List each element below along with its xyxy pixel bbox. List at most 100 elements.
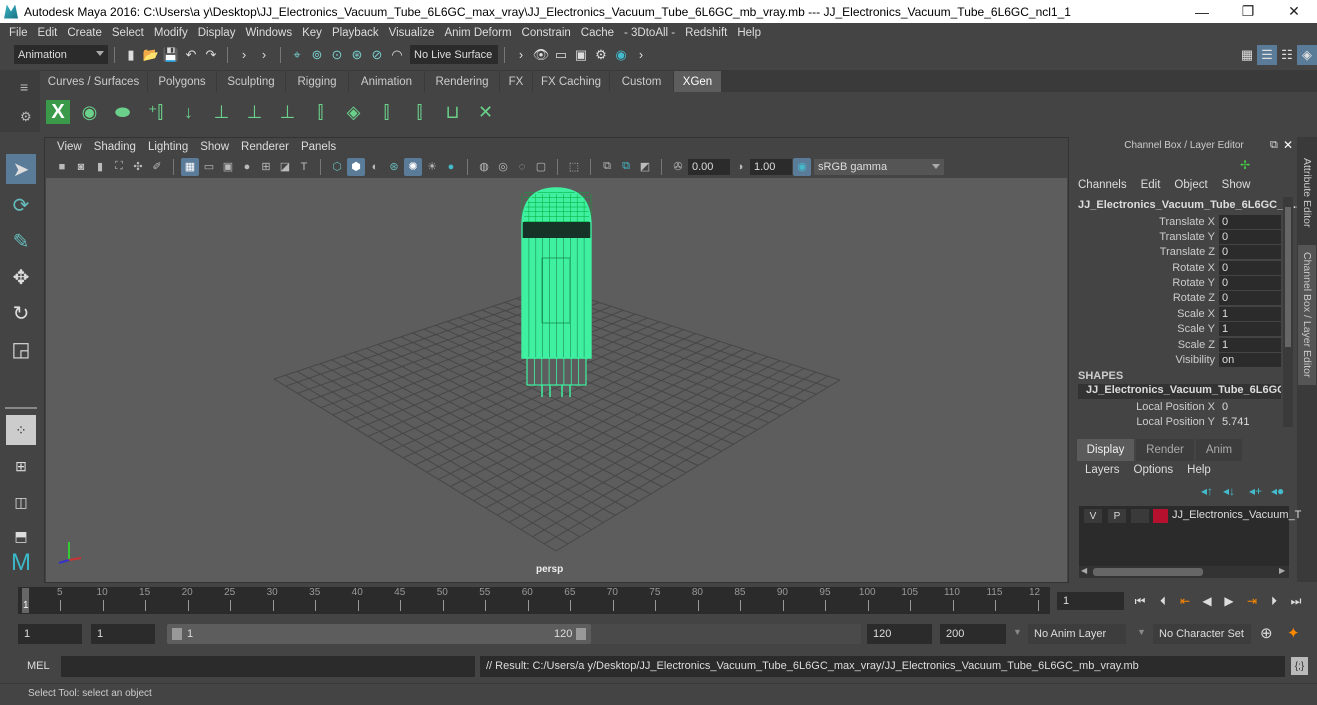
field-chart-icon[interactable]: ⊞ xyxy=(257,158,275,176)
wireframe-icon[interactable]: ⬡ xyxy=(328,158,346,176)
current-frame-field[interactable]: 1 xyxy=(1057,592,1124,610)
shelf-tab-custom[interactable]: Custom xyxy=(610,71,673,92)
xgen-window-icon[interactable]: X xyxy=(46,100,70,124)
shelf-tab-sculpting[interactable]: Sculpting xyxy=(217,71,285,92)
shadows-icon[interactable]: ☀ xyxy=(423,158,441,176)
channel-row[interactable]: Rotate Z 0 xyxy=(1073,290,1281,305)
layer-row[interactable]: V P JJ_Electronics_Vacuum_T xyxy=(1079,506,1301,526)
grid-icon[interactable]: ▦ xyxy=(181,157,199,176)
menu-playback[interactable]: Playback xyxy=(327,27,384,39)
step-forward-frame-icon[interactable]: ⏵ xyxy=(1265,592,1283,610)
go-to-start-icon[interactable]: ⏮ xyxy=(1131,592,1149,610)
step-forward-key-icon[interactable]: ⇥ xyxy=(1243,592,1261,610)
auto-key-icon[interactable]: ⊕ xyxy=(1260,624,1273,642)
camera-select-icon[interactable]: ■ xyxy=(53,158,71,176)
vp-menu-view[interactable]: View xyxy=(51,141,88,153)
add-guide-icon[interactable]: ⊥ xyxy=(208,97,235,127)
layer-playback-toggle[interactable]: P xyxy=(1108,509,1126,523)
play-backwards-icon[interactable]: ◀ xyxy=(1198,592,1216,610)
channel-value[interactable]: 5.741 xyxy=(1219,415,1281,429)
scene-end-field[interactable]: 200 xyxy=(940,624,1006,644)
guide-length-icon[interactable]: ⫿ xyxy=(307,97,334,127)
guide-placement-icon[interactable]: ↓ xyxy=(175,97,202,127)
channel-value[interactable]: 0 xyxy=(1219,214,1281,229)
selected-object-name[interactable]: JJ_Electronics_Vacuum_Tube_6L6GC_n... xyxy=(1078,199,1299,211)
shelf-tab-fx-caching[interactable]: FX Caching xyxy=(533,71,609,92)
vp-menu-shading[interactable]: Shading xyxy=(88,141,142,153)
new-layer-from-selected-icon[interactable]: ◂● xyxy=(1271,484,1284,498)
playback-end-field[interactable]: 120 xyxy=(867,624,932,644)
collapse-arrow-icon[interactable]: › xyxy=(631,45,651,65)
collapse-arrow-icon[interactable]: › xyxy=(254,45,274,65)
play-forwards-icon[interactable]: ▶ xyxy=(1220,592,1238,610)
float-panel-icon[interactable]: ⧉ xyxy=(1270,139,1278,152)
safe-title-icon[interactable]: T xyxy=(295,158,313,176)
layer-color-swatch[interactable] xyxy=(1153,509,1168,523)
gamma-icon[interactable]: ◑ xyxy=(731,158,749,176)
new-scene-icon[interactable]: ▮ xyxy=(121,45,141,65)
snap-to-point-icon[interactable]: ⊛ xyxy=(347,45,367,65)
gate-mask-icon[interactable]: ● xyxy=(238,158,256,176)
layer-list-hscrollbar[interactable]: ◀ ▶ xyxy=(1079,566,1289,578)
go-to-end-icon[interactable]: ⏭ xyxy=(1287,592,1305,610)
menu-redshift[interactable]: Redshift xyxy=(680,27,732,39)
lock-guide-icon[interactable]: ⊥ xyxy=(274,97,301,127)
exposure-icon[interactable]: ✇ xyxy=(669,158,687,176)
xgen-clear-preview-icon[interactable]: ⬬ xyxy=(109,97,136,127)
xray-joints-icon[interactable]: ⧉ xyxy=(598,158,616,176)
menuset-dropdown[interactable]: Animation xyxy=(14,45,108,64)
move-tool-icon[interactable]: ✥ xyxy=(6,262,36,292)
exposure-field[interactable]: 0.00 xyxy=(688,158,730,175)
open-scene-icon[interactable]: 📂 xyxy=(141,45,161,65)
sculpt-guide-icon[interactable]: ⊥ xyxy=(241,97,268,127)
layer-visibility-toggle[interactable]: V xyxy=(1084,509,1102,523)
rotate-tool-icon[interactable]: ↻ xyxy=(6,298,36,328)
live-surface-field[interactable]: No Live Surface xyxy=(410,45,498,64)
modeling-toolkit-icon[interactable]: ▦ xyxy=(1237,45,1257,65)
menu-create[interactable]: Create xyxy=(62,27,107,39)
scrollbar-thumb[interactable] xyxy=(1093,568,1203,576)
shelf-tab-curves-surfaces[interactable]: Curves / Surfaces xyxy=(40,71,147,92)
shelf-tab-rigging[interactable]: Rigging xyxy=(286,71,348,92)
channel-value[interactable]: 1 xyxy=(1219,321,1281,336)
undo-icon[interactable]: ↶ xyxy=(181,45,201,65)
move-layer-up-icon[interactable]: ◂↑ xyxy=(1201,484,1213,498)
shelf-tab-animation[interactable]: Animation xyxy=(349,71,424,92)
channel-value[interactable]: 1 xyxy=(1219,337,1281,352)
shelf-tab-rendering[interactable]: Rendering xyxy=(425,71,499,92)
color-management-toggle-icon[interactable]: ◉ xyxy=(793,157,811,176)
delete-guides-icon[interactable]: ✕ xyxy=(472,97,499,127)
channel-row[interactable]: Scale Y 1 xyxy=(1073,321,1281,336)
scroll-left-icon[interactable]: ◀ xyxy=(1081,566,1087,575)
xray-active-icon[interactable]: ⧉ xyxy=(617,158,635,176)
shelf-menu-icon[interactable]: ≡ xyxy=(20,79,28,95)
script-editor-icon[interactable]: {;} xyxy=(1291,657,1308,675)
xgen-preview-icon[interactable]: ◉ xyxy=(76,97,103,127)
depth-of-field-icon[interactable]: ◌ xyxy=(513,158,531,176)
ambient-occlusion-icon[interactable]: ● xyxy=(442,158,460,176)
guide-to-curves-icon[interactable]: ◈ xyxy=(340,97,367,127)
scrollbar-thumb[interactable] xyxy=(1285,207,1291,347)
menu-windows[interactable]: Windows xyxy=(240,27,297,39)
channel-value[interactable]: 0 xyxy=(1219,244,1281,259)
vacuum-tube-model[interactable] xyxy=(521,187,592,397)
save-scene-icon[interactable]: 💾 xyxy=(161,45,181,65)
four-pane-layout-icon[interactable]: ⊞ xyxy=(6,451,36,481)
channel-value[interactable]: 0 xyxy=(1219,275,1281,290)
cb-menu-edit[interactable]: Edit xyxy=(1141,179,1161,191)
scene-start-field[interactable]: 1 xyxy=(18,624,82,644)
outliner-persp-layout-icon[interactable]: ◫ xyxy=(6,487,36,517)
render-frame-icon[interactable]: ▭ xyxy=(551,45,571,65)
channel-value[interactable]: 0 xyxy=(1219,400,1281,414)
channel-value[interactable]: 1 xyxy=(1219,306,1281,321)
channel-value[interactable]: 0 xyxy=(1219,260,1281,275)
vp-menu-show[interactable]: Show xyxy=(194,141,235,153)
paint-select-tool-icon[interactable]: ✎ xyxy=(6,226,36,256)
collapse-arrow-icon[interactable]: › xyxy=(511,45,531,65)
render-view-icon[interactable]: 👁 xyxy=(531,45,551,65)
time-slider[interactable]: 5 10 15 20 25 30 35 40 45 50 55 60 65 70 75 80 85 90 95 100… xyxy=(18,587,1050,614)
vp-menu-lighting[interactable]: Lighting xyxy=(142,141,194,153)
safe-action-icon[interactable]: ◪ xyxy=(276,158,294,176)
channel-row[interactable]: Translate Y 0 xyxy=(1073,229,1281,244)
channel-box-scrollbar[interactable] xyxy=(1283,197,1293,427)
